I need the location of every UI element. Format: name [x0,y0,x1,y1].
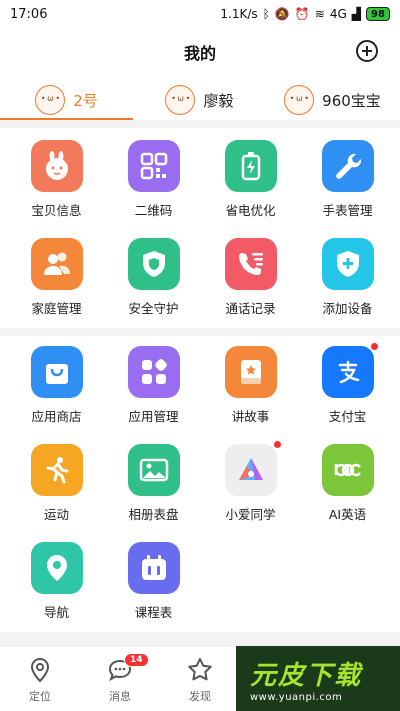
device-settings-grid: 宝贝信息 二维码 省电优化 手表管理家庭管理 安全守护 通话记录 添加设备 [0,128,400,324]
notification-dot [369,342,379,351]
alipay-icon [321,342,379,398]
feature-bunny-face-button[interactable]: 宝贝信息 [8,128,105,226]
profile-name: 960宝宝 [322,91,381,110]
xiaoai-icon [224,440,282,496]
qr-code-icon [127,140,180,192]
profile-name: 2号 [73,91,98,110]
feature-xiaoai-button[interactable]: 小爱同学 [202,432,299,530]
nav-location[interactable]: 定位 [0,647,80,711]
location-pin-icon [30,542,83,594]
profile-tab-3[interactable]: 960宝宝 [266,80,399,120]
wrench-icon [321,140,374,192]
status-bar: 17:06 1.1K/s ᛒ 🔕 ⏰ ≋ 4G ▟ 98 [0,0,400,28]
feature-label: 课程表 [134,605,173,620]
bunny-face-icon [30,140,83,192]
feature-alipay-button[interactable]: 支付宝 [299,334,396,432]
child-avatar-icon [284,85,315,115]
apps-grid-icon [127,346,180,398]
feature-label: 安全守护 [128,301,179,316]
feature-label: 应用商店 [31,409,82,424]
feature-label: 二维码 [134,203,173,218]
nav-discover[interactable]: 发现 [160,647,240,711]
feature-running-button[interactable]: 运动 [8,432,105,530]
signal-icon: ▟ [351,7,361,21]
profile-tab-1[interactable]: 2号 [0,80,133,120]
phone-list-icon [224,238,277,290]
feature-label: 支付宝 [328,409,367,424]
feature-apps-grid-button[interactable]: 应用管理 [105,334,202,432]
apps-grid: 应用商店 应用管理 讲故事 支付宝运动 相册表盘 小爱同学 AI英语导航 课程表 [0,334,400,628]
family-icon [30,238,83,290]
mute-icon: 🔕 [274,7,290,21]
add-icon[interactable] [356,40,378,62]
feature-label: 导航 [43,605,69,620]
watermark-logo: 元皮下载 www.yuanpi.com [236,646,400,711]
page-title: 我的 [183,44,216,63]
feature-shield-button[interactable]: 安全守护 [105,226,202,324]
nav-label: 消息 [109,689,131,703]
feature-label: 家庭管理 [31,301,82,316]
feature-story-book-button[interactable]: 讲故事 [202,334,299,432]
status-time: 17:06 [10,6,48,22]
feature-family-button[interactable]: 家庭管理 [8,226,105,324]
battery-bolt-icon [224,140,277,192]
nav-label: 定位 [29,689,51,703]
bluetooth-icon: ᛒ [262,7,270,21]
feature-wrench-button[interactable]: 手表管理 [299,128,396,226]
nav-messages[interactable]: 14 消息 [80,647,160,711]
page-header: 我的 [0,28,400,76]
profile-tab-2[interactable]: 廖毅 [133,80,266,120]
feature-photo-button[interactable]: 相册表盘 [105,432,202,530]
feature-phone-list-button[interactable]: 通话记录 [202,226,299,324]
feature-label: 应用管理 [128,409,179,424]
status-icons: 1.1K/s ᛒ 🔕 ⏰ ≋ 4G ▟ 98 [220,7,390,21]
feature-label: 添加设备 [322,301,373,316]
section-divider [0,632,400,646]
feature-location-pin-button[interactable]: 导航 [8,530,105,628]
watermark-url: www.yuanpi.com [250,691,343,703]
profile-tabs: 2号 廖毅 960宝宝 [0,80,400,120]
story-book-icon [224,346,277,398]
feature-abc-button[interactable]: AI英语 [299,432,396,530]
feature-label: 小爱同学 [225,507,276,522]
watermark-text: 元皮下载 [250,660,363,691]
feature-calendar-button[interactable]: 课程表 [105,530,202,628]
feature-add-device-button[interactable]: 添加设备 [299,226,396,324]
notification-dot [272,440,282,449]
abc-icon [321,444,374,496]
feature-label: 相册表盘 [128,507,179,522]
feature-label: AI英语 [328,507,367,522]
child-avatar-icon [165,85,196,115]
location-icon [30,657,50,682]
shield-icon [127,238,180,290]
calendar-icon [127,542,180,594]
feature-label: 运动 [43,507,69,522]
message-count-badge: 14 [124,653,149,667]
feature-label: 通话记录 [225,301,276,316]
feature-label: 省电优化 [225,203,276,218]
network-speed: 1.1K/s [220,7,258,21]
feature-label: 手表管理 [322,203,373,218]
network-type: 4G [329,7,347,21]
alarm-icon: ⏰ [294,7,310,21]
feature-label: 讲故事 [231,409,270,424]
child-avatar-icon [35,85,66,115]
wifi-icon: ≋ [314,7,325,21]
feature-label: 宝贝信息 [31,203,82,218]
profile-name: 廖毅 [203,91,234,110]
feature-store-bag-button[interactable]: 应用商店 [8,334,105,432]
star-icon [188,657,212,680]
photo-icon [127,444,180,496]
feature-battery-bolt-button[interactable]: 省电优化 [202,128,299,226]
section-divider [0,120,400,128]
running-icon [30,444,83,496]
feature-qr-code-button[interactable]: 二维码 [105,128,202,226]
nav-label: 发现 [189,689,211,703]
battery-indicator: 98 [366,7,390,21]
store-bag-icon [30,346,83,398]
add-device-icon [321,238,374,290]
